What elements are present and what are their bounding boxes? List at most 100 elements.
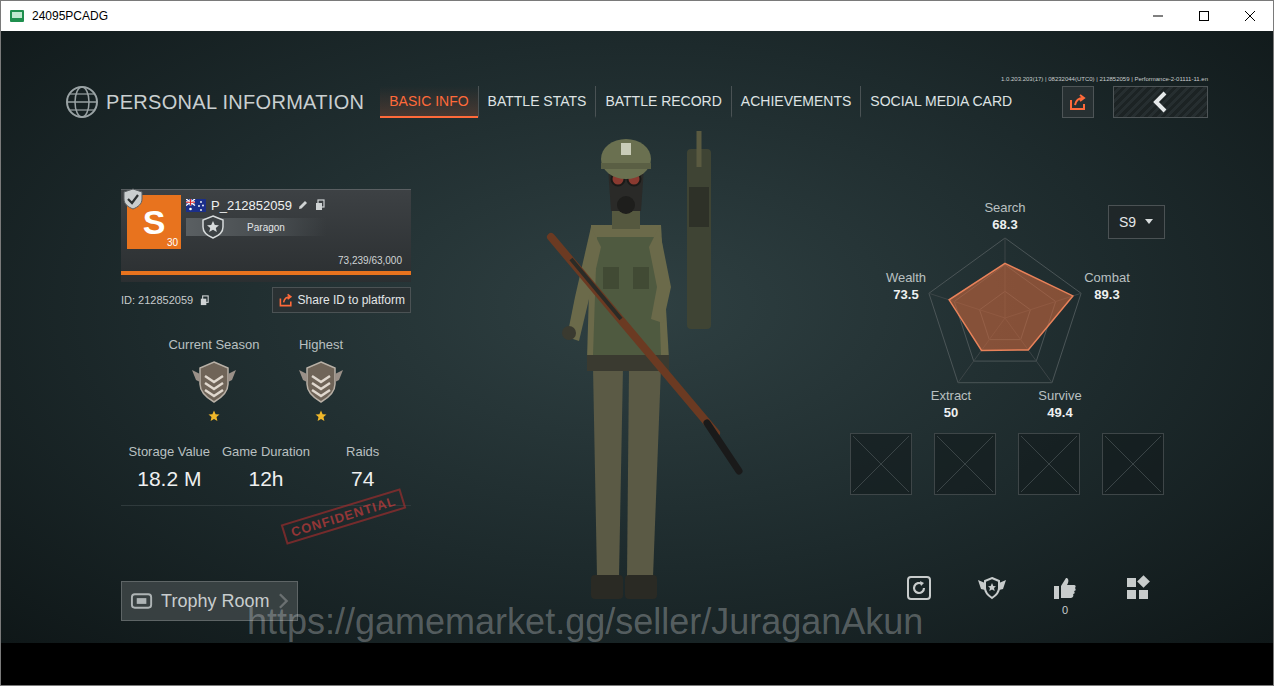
tab[interactable]: BASIC INFO	[380, 86, 477, 118]
avatar-letter: S	[143, 203, 166, 242]
maximize-button[interactable]	[1181, 1, 1227, 31]
copy-icon[interactable]	[314, 199, 326, 211]
tab-bar: BASIC INFOBATTLE STATSBATTLE RECORDACHIE…	[380, 86, 1021, 118]
share-button[interactable]	[1062, 86, 1094, 118]
version-text: 1.0.203.203(17) | 08232044(UTC0) | 21285…	[1, 31, 1273, 85]
game-screen: 1.0.203.203(17) | 08232044(UTC0) | 21285…	[1, 31, 1273, 685]
svg-text:Combat: Combat	[1084, 270, 1130, 285]
share-id-button[interactable]: Share ID to platform	[272, 287, 411, 313]
svg-text:Extract: Extract	[931, 388, 972, 403]
letterbox-bar	[1, 643, 1273, 685]
svg-text:Wealth: Wealth	[886, 270, 926, 285]
character-column	[411, 119, 850, 643]
trophy-room-button[interactable]: Trophy Room	[121, 581, 298, 621]
more-button[interactable]	[1118, 575, 1158, 601]
stat-label: Raids	[346, 444, 379, 459]
share-icon	[1068, 92, 1088, 112]
game-view: 1.0.203.203(17) | 08232044(UTC0) | 21285…	[1, 31, 1273, 643]
refresh-icon	[906, 575, 932, 601]
rank-cell: Highest	[271, 337, 371, 422]
stats-column: Search 68.3 Combat89.3 Survive49.4 Extract 50…	[850, 119, 1166, 643]
stat-value: 74	[351, 467, 374, 491]
action-bar: 0	[850, 575, 1166, 619]
tab[interactable]: SOCIAL MEDIA CARD	[860, 86, 1021, 118]
tab[interactable]: BATTLE RECORD	[595, 86, 730, 118]
verified-badge-icon	[122, 188, 144, 210]
xp-text: 73,239/63,000	[121, 255, 411, 266]
minimize-icon	[1152, 10, 1164, 22]
empty-slot-icon	[935, 434, 995, 494]
rank-label: Current Season	[168, 337, 259, 352]
share-icon	[278, 292, 294, 308]
stat: Raids 74	[314, 444, 411, 491]
badge-slots	[850, 433, 1166, 495]
thumbs-up-icon	[1052, 575, 1078, 601]
badge-slot[interactable]	[1102, 433, 1164, 495]
profile-card: S30 P_212852059 Paragon 73,239/63,000	[121, 189, 411, 282]
profile-column: S30 P_212852059 Paragon 73,239/63,000 ID: 21…	[121, 119, 411, 643]
radar-data-area	[949, 263, 1073, 350]
player-id: ID: 212852059	[121, 294, 193, 306]
title-bar: 24095PCADG	[1, 1, 1273, 31]
australia-flag-icon	[186, 199, 206, 212]
chevron-right-icon	[277, 591, 289, 611]
rank-label: Highest	[299, 337, 343, 352]
like-count: 0	[1062, 604, 1068, 616]
xp-bar-fill	[121, 271, 411, 275]
player-title: Paragon	[186, 218, 326, 236]
dropdown-caret-icon	[1144, 218, 1154, 226]
watermark: https://gamemarket.gg/seller/JuraganAkun	[247, 601, 923, 643]
title-shield-icon	[200, 214, 226, 240]
stats-block: Storage Value18.2 MGame Duration12hRaids…	[121, 444, 411, 506]
radar-axis-label: Extract 50	[931, 388, 972, 420]
player-name: P_212852059	[211, 198, 292, 213]
svg-text:Survive: Survive	[1038, 388, 1081, 403]
tab[interactable]: ACHIEVEMENTS	[731, 86, 860, 118]
stat: Storage Value 18.2 M	[121, 444, 218, 491]
rank-emblem-icon	[297, 358, 345, 406]
maximize-icon	[1198, 10, 1210, 22]
character-figure	[511, 127, 751, 607]
badge-slot[interactable]	[850, 433, 912, 495]
app-window: 24095PCADG 1.0.203.203(17) | 08232044(UTC…	[0, 0, 1274, 686]
xp-bar	[121, 271, 411, 275]
rank-emblem-icon	[190, 358, 238, 406]
stat-value: 18.2 M	[137, 467, 201, 491]
avatar[interactable]: S30	[127, 195, 181, 249]
confidential-stamp: CONFIDENTIAL	[281, 488, 406, 545]
empty-slot-icon	[1019, 434, 1079, 494]
back-chevron-icon	[1151, 91, 1171, 113]
badge-slot[interactable]	[934, 433, 996, 495]
radar-axis-label: Combat89.3	[1084, 270, 1130, 302]
trophy-room-icon	[130, 591, 153, 611]
stat-label: Storage Value	[129, 444, 210, 459]
empty-slot-icon	[851, 434, 911, 494]
refresh-button[interactable]	[899, 575, 939, 601]
like-button[interactable]: 0	[1045, 575, 1085, 616]
tab[interactable]: BATTLE STATS	[478, 86, 596, 118]
radar-axis-label: Search 68.3	[984, 200, 1025, 232]
radar-chart: Search 68.3 Combat89.3 Survive49.4 Extract 50…	[850, 200, 1166, 430]
close-icon	[1244, 10, 1256, 22]
rank-cell: Current Season	[164, 337, 264, 422]
back-button[interactable]	[1113, 86, 1208, 118]
edit-pencil-icon[interactable]	[297, 199, 309, 211]
emblem-button[interactable]	[972, 575, 1012, 601]
page-title: PERSONAL INFORMATION	[106, 91, 364, 114]
svg-text:Search: Search	[984, 200, 1025, 215]
badge-slot[interactable]	[1018, 433, 1080, 495]
radar-axis-label: Survive49.4	[1038, 388, 1081, 420]
minimize-button[interactable]	[1135, 1, 1181, 31]
svg-text:50: 50	[944, 405, 958, 420]
star-icon	[208, 410, 220, 422]
winged-shield-icon	[977, 575, 1007, 601]
main-area: S30 P_212852059 Paragon 73,239/63,000 ID: 21…	[1, 119, 1273, 643]
svg-text:68.3: 68.3	[992, 217, 1017, 232]
rank-row: Current Season Highest	[121, 337, 411, 422]
player-level: 30	[167, 237, 178, 248]
window-title: 24095PCADG	[32, 9, 108, 23]
copy-id-icon[interactable]	[199, 295, 210, 306]
close-button[interactable]	[1227, 1, 1273, 31]
season-dropdown[interactable]: S9	[1108, 205, 1165, 239]
header: PERSONAL INFORMATION BASIC INFOBATTLE STA…	[1, 85, 1273, 119]
